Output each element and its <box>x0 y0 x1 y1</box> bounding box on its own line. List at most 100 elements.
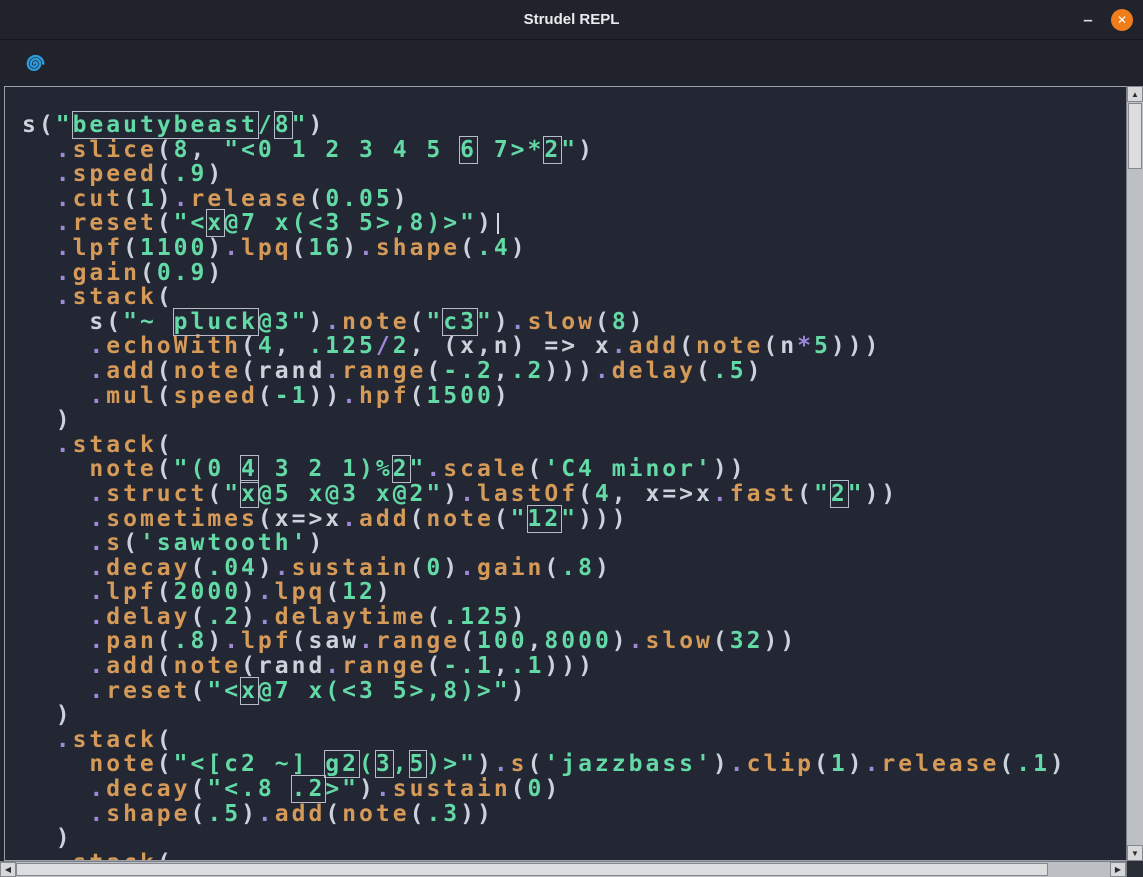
code-token: .5 <box>207 801 241 827</box>
code-token: sometimes <box>106 506 258 532</box>
code-token: ) <box>848 751 865 777</box>
code-token: ) <box>207 235 224 261</box>
code-token: add <box>106 358 157 384</box>
code-token: ) <box>308 530 325 556</box>
code-token: speed <box>73 161 157 187</box>
highlighted-token: 6 <box>460 137 477 163</box>
vertical-scrollbar[interactable]: ▲ ▼ <box>1126 86 1143 877</box>
highlighted-token: 4 <box>241 456 258 482</box>
horizontal-scroll-thumb[interactable] <box>16 863 1048 876</box>
code-token: add <box>359 506 410 532</box>
code-token <box>22 628 89 654</box>
code-token <box>22 555 89 581</box>
horizontal-scroll-track[interactable] <box>16 862 1110 877</box>
scroll-up-button[interactable]: ▲ <box>1127 86 1143 102</box>
code-token: ( <box>157 628 174 654</box>
code-token: ))) <box>544 653 595 679</box>
code-token: . <box>359 235 376 261</box>
code-token: ( <box>157 210 174 236</box>
highlighted-token: pluck <box>174 309 258 335</box>
code-token <box>22 702 56 728</box>
code-token: -1 <box>275 383 309 409</box>
scroll-left-button[interactable]: ◀ <box>0 862 16 877</box>
code-line: .reset("<x@7 x(<3 5>,8)>") <box>22 679 1126 704</box>
code-token: stack <box>73 432 157 458</box>
strudel-logo[interactable] <box>20 49 48 77</box>
code-token <box>22 161 56 187</box>
highlighted-token: .2 <box>292 776 326 802</box>
code-token: struct <box>106 481 207 507</box>
code-editor[interactable]: s("beautybeast/8") .slice(8, "<0 1 2 3 4… <box>4 86 1126 861</box>
code-token: . <box>359 628 376 654</box>
code-token: ) <box>713 751 730 777</box>
code-token: . <box>89 604 106 630</box>
code-token: ) <box>241 579 258 605</box>
code-token: ( <box>713 628 730 654</box>
vertical-scroll-thumb[interactable] <box>1128 103 1142 169</box>
code-token: 'C4 minor' <box>544 456 712 482</box>
code-token: ( <box>460 628 477 654</box>
code-token: " <box>561 506 578 532</box>
code-token: . <box>89 555 106 581</box>
code-token: => <box>544 333 578 359</box>
code-token: ( <box>191 555 208 581</box>
code-token <box>22 506 89 532</box>
code-token: lpq <box>275 579 326 605</box>
code-token: pan <box>106 628 157 654</box>
code-token: hpf <box>359 383 410 409</box>
horizontal-scrollbar[interactable]: ◀ ▶ <box>0 861 1126 877</box>
code-token: ) <box>376 579 393 605</box>
code-token: . <box>865 751 882 777</box>
code-token: . <box>56 432 73 458</box>
code-token: ( <box>544 555 561 581</box>
code-token <box>22 678 89 704</box>
code-token: )) <box>460 801 494 827</box>
code-line: note("(0 4 3 2 1)%2".scale('C4 minor')) <box>22 457 1126 482</box>
scroll-up-icon: ▲ <box>1131 90 1139 99</box>
code-token: ( <box>157 579 174 605</box>
vertical-scroll-track[interactable] <box>1127 102 1143 845</box>
code-token: . <box>629 628 646 654</box>
code-token: " <box>292 112 309 138</box>
code-token: . <box>89 506 106 532</box>
code-token: ( <box>426 604 443 630</box>
code-token: 1 <box>831 751 848 777</box>
minimize-button[interactable]: – <box>1079 15 1097 25</box>
code-token: 7>* <box>477 137 544 163</box>
code-token: ) <box>578 137 595 163</box>
code-token: slow <box>646 628 713 654</box>
code-token: ) <box>359 776 376 802</box>
code-token: . <box>56 137 73 163</box>
code-token: 0.05 <box>325 186 392 212</box>
highlighted-token: 12 <box>528 506 562 532</box>
code-token: ( <box>241 333 258 359</box>
code-token: .1 <box>1016 751 1050 777</box>
code-line: .shape(.5).add(note(.3)) <box>22 802 1126 827</box>
code-token: ( <box>308 186 325 212</box>
code-token: " <box>56 112 73 138</box>
code-token: ) <box>241 801 258 827</box>
code-token: ( <box>410 555 427 581</box>
code-token: sustain <box>292 555 410 581</box>
code-token: " <box>848 481 865 507</box>
code-token <box>22 235 56 261</box>
code-token: note <box>89 751 156 777</box>
code-token: . <box>342 506 359 532</box>
scroll-right-button[interactable]: ▶ <box>1110 862 1126 877</box>
code-token: 3 2 1)% <box>258 456 393 482</box>
code-token: , <box>393 751 410 777</box>
close-button[interactable]: ✕ <box>1111 9 1133 31</box>
code-token: ( <box>325 579 342 605</box>
code-token <box>22 579 89 605</box>
code-token: slice <box>73 137 157 163</box>
code-token <box>22 751 89 777</box>
code-token: ( <box>511 776 528 802</box>
scrollbar-corner <box>1127 861 1143 877</box>
code-token: .5 <box>713 358 747 384</box>
code-token: note <box>696 333 763 359</box>
code-token: ( <box>191 801 208 827</box>
titlebar[interactable]: Strudel REPL – ✕ <box>0 0 1143 40</box>
code-token: "<0 1 2 3 4 5 <box>224 137 460 163</box>
code-token: ) <box>157 186 174 212</box>
scroll-down-button[interactable]: ▼ <box>1127 845 1143 861</box>
